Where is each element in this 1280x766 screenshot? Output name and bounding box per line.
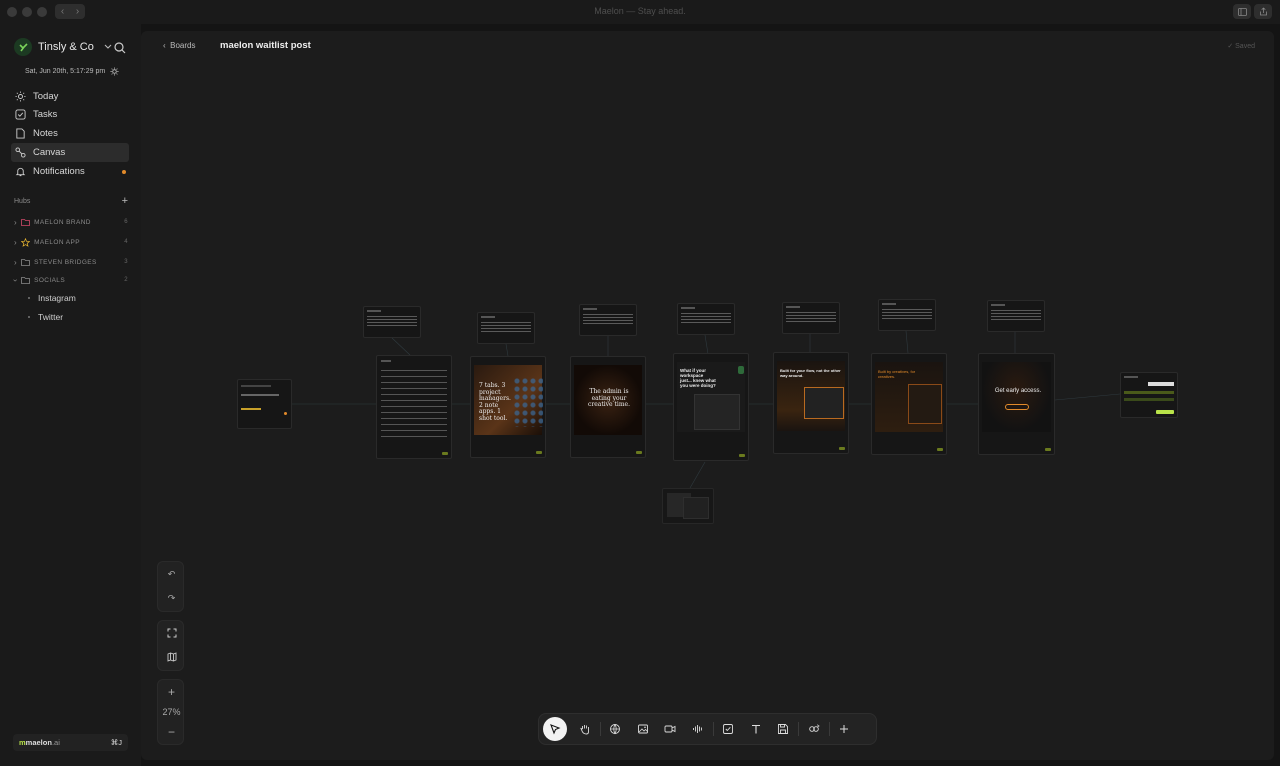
zoom-in-icon[interactable]: + xyxy=(158,680,185,704)
fit-screen-icon[interactable] xyxy=(158,621,185,645)
undo-icon[interactable]: ↶ xyxy=(158,562,185,586)
zoom-toolbar: + 27% − xyxy=(157,679,184,745)
post-headline: Get early access. xyxy=(994,388,1042,394)
video-tool[interactable] xyxy=(657,717,685,741)
image-post-node[interactable]: The admin is eating your creative time. xyxy=(570,356,646,458)
plus-icon xyxy=(840,725,849,733)
save-tool[interactable] xyxy=(770,717,798,741)
post-headline: What if your workspace just... knew what… xyxy=(680,368,716,388)
canvas-toolbar xyxy=(538,713,877,745)
image-group-node[interactable] xyxy=(662,488,714,524)
save-icon xyxy=(778,724,789,734)
checkbox-icon xyxy=(723,724,734,734)
sparkle-link-icon xyxy=(809,724,820,732)
status-badge xyxy=(937,448,943,451)
view-toolbar xyxy=(157,620,184,671)
status-badge xyxy=(739,454,745,457)
image-post-node[interactable]: What if your workspace just... knew what… xyxy=(673,353,749,461)
image-post-node[interactable]: 7 tabs. 3 project managers. 2 note apps.… xyxy=(470,356,546,458)
image-post-node[interactable]: Built by creatives, for creatives. xyxy=(871,353,947,455)
status-badge xyxy=(442,452,448,455)
task-tool[interactable] xyxy=(715,717,743,741)
prompt-node[interactable] xyxy=(878,299,936,331)
post-headline: Built for your flow, not the other way a… xyxy=(780,368,841,378)
audio-tool[interactable] xyxy=(684,717,712,741)
canvas-node-input[interactable] xyxy=(237,379,292,429)
prompt-node[interactable] xyxy=(363,306,421,338)
post-headline: The admin is eating your creative time. xyxy=(587,388,630,408)
toolbar-divider xyxy=(712,722,714,736)
prompt-node[interactable] xyxy=(677,303,735,335)
cursor-icon xyxy=(550,724,561,735)
hand-tool[interactable] xyxy=(571,717,599,741)
link-tool[interactable] xyxy=(602,717,630,741)
video-icon xyxy=(664,725,676,733)
status-badge xyxy=(536,451,542,454)
add-tool[interactable] xyxy=(831,717,859,741)
status-badge xyxy=(839,447,845,450)
prompt-node[interactable] xyxy=(782,302,840,334)
toolbar-divider xyxy=(798,722,799,736)
minimap-icon[interactable] xyxy=(158,645,185,669)
hand-icon xyxy=(579,725,589,735)
text-icon xyxy=(751,724,760,734)
image-tool[interactable] xyxy=(629,717,657,741)
waveform-icon xyxy=(692,725,702,733)
prompt-node[interactable] xyxy=(579,304,637,336)
select-tool[interactable] xyxy=(543,717,567,741)
zoom-level[interactable]: 27% xyxy=(158,704,185,720)
text-tool[interactable] xyxy=(742,717,770,741)
notes-node[interactable] xyxy=(376,355,452,459)
status-badge xyxy=(636,451,642,454)
globe-icon xyxy=(610,724,621,735)
post-headline: Built by creatives, for creatives. xyxy=(878,369,916,379)
prompt-node[interactable] xyxy=(477,312,535,344)
image-icon xyxy=(637,724,648,734)
status-badge xyxy=(1045,448,1051,451)
history-toolbar: ↶ ↷ xyxy=(157,561,184,612)
ai-tool[interactable] xyxy=(800,717,828,741)
toolbar-divider xyxy=(599,722,601,736)
toolbar-divider xyxy=(828,722,830,736)
output-node[interactable] xyxy=(1120,372,1178,418)
redo-icon[interactable]: ↷ xyxy=(158,586,185,610)
post-headline: 7 tabs. 3 project managers. 2 note apps.… xyxy=(479,382,511,422)
image-post-node[interactable]: Get early access. xyxy=(978,353,1055,455)
zoom-out-icon[interactable]: − xyxy=(158,720,185,744)
prompt-node[interactable] xyxy=(987,300,1045,332)
image-post-node[interactable]: Built for your flow, not the other way a… xyxy=(773,352,849,454)
